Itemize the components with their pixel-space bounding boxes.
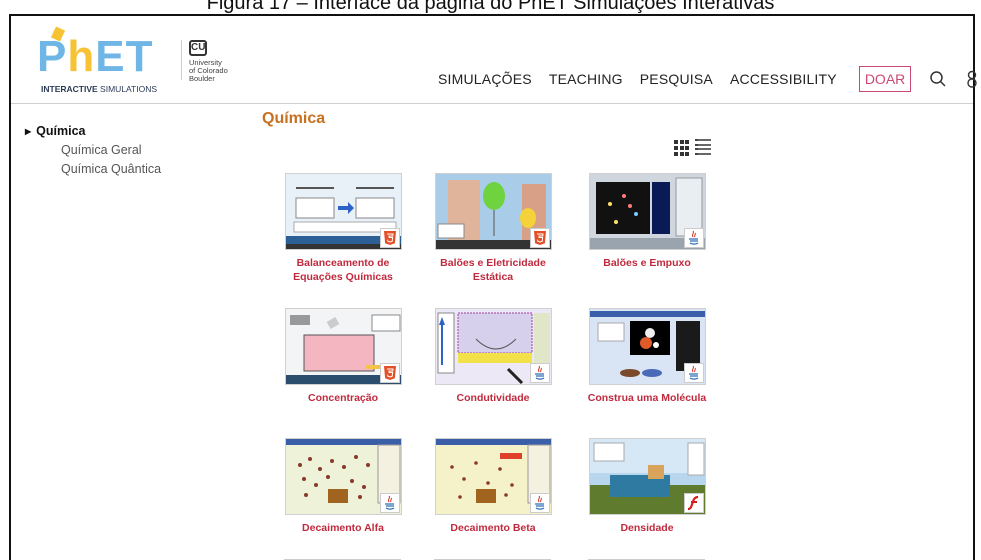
donate-button[interactable]: DOAR: [858, 66, 912, 92]
sim-card-decaimento-beta[interactable]: Decaimento Beta: [423, 438, 563, 535]
search-icon[interactable]: [927, 68, 949, 90]
grid-view-icon[interactable]: [674, 140, 689, 157]
sim-thumbnail: [284, 308, 402, 385]
nav-accessibility[interactable]: ACCESSIBILITY: [730, 71, 837, 87]
java-icon: [683, 363, 704, 383]
logo-divider: [181, 40, 182, 80]
caret-right-icon: ▶: [25, 127, 32, 136]
sim-card-construa-molecula[interactable]: Construa uma Molécula: [577, 308, 717, 405]
sim-thumbnail: [588, 173, 706, 250]
sim-title[interactable]: Construa uma Molécula: [577, 391, 717, 405]
flash-icon: [683, 493, 704, 513]
java-icon: [529, 493, 550, 513]
sidebar-item-quimica-geral[interactable]: Química Geral: [61, 143, 225, 157]
nav-teaching[interactable]: TEACHING: [549, 71, 623, 87]
sim-card-decaimento-alfa[interactable]: Decaimento Alfa: [273, 438, 413, 535]
html5-icon: [529, 228, 550, 248]
sim-thumbnail: [284, 173, 402, 250]
sidebar-item-quimica-quantica[interactable]: Química Quântica: [61, 162, 225, 176]
user-account-icon[interactable]: [961, 68, 981, 90]
main-nav: SIMULAÇÕES TEACHING PESQUISA ACCESSIBILI…: [438, 66, 981, 92]
sim-card-concentracao[interactable]: Concentração: [273, 308, 413, 405]
sim-thumbnail: [588, 438, 706, 515]
sim-card-balanceamento[interactable]: Balanceamento de Equações Químicas: [273, 173, 413, 284]
cu-boulder-logo[interactable]: CU University of Colorado Boulder: [189, 40, 228, 83]
sim-thumbnail: [434, 308, 552, 385]
sim-thumbnail: [284, 438, 402, 515]
sim-card-densidade[interactable]: Densidade: [577, 438, 717, 535]
sim-thumbnail: [588, 308, 706, 385]
site-header: PhET INTERACTIVE SIMULATIONS CU Universi…: [11, 16, 977, 104]
java-icon: [379, 493, 400, 513]
page-title: Química: [262, 110, 326, 127]
nav-simulacoes[interactable]: SIMULAÇÕES: [438, 71, 532, 87]
browser-page: PhET INTERACTIVE SIMULATIONS CU Universi…: [9, 14, 977, 560]
html5-icon: [379, 363, 400, 383]
sim-title[interactable]: Condutividade: [423, 391, 563, 405]
sim-card-condutividade[interactable]: Condutividade: [423, 308, 563, 405]
sim-title[interactable]: Concentração: [273, 391, 413, 405]
sim-card-baloes-empuxo[interactable]: Balões e Empuxo: [577, 173, 717, 270]
category-sidebar: ▶ Química Química Geral Química Quântica: [25, 124, 225, 176]
sim-title[interactable]: Balanceamento de Equações Químicas: [273, 256, 413, 284]
html5-icon: [379, 228, 400, 248]
sim-thumbnail: [434, 173, 552, 250]
sim-title[interactable]: Decaimento Alfa: [273, 521, 413, 535]
java-icon: [683, 228, 704, 248]
sim-card-baloes-eletricidade[interactable]: Balões e Eletricidade Estática: [423, 173, 563, 284]
sim-title[interactable]: Balões e Empuxo: [577, 256, 717, 270]
java-icon: [529, 363, 550, 383]
phet-logo[interactable]: PhET INTERACTIVE SIMULATIONS: [25, 24, 175, 94]
nav-pesquisa[interactable]: PESQUISA: [640, 71, 713, 87]
sim-title[interactable]: Balões e Eletricidade Estática: [423, 256, 563, 284]
view-toggle: [674, 139, 711, 157]
sim-title[interactable]: Densidade: [577, 521, 717, 535]
sim-title[interactable]: Decaimento Beta: [423, 521, 563, 535]
figure-caption: Figura 17 – Interface da página do PhET …: [206, 0, 775, 14]
list-view-icon[interactable]: [695, 139, 711, 157]
sidebar-heading-quimica[interactable]: ▶ Química: [25, 124, 225, 138]
sim-thumbnail: [434, 438, 552, 515]
